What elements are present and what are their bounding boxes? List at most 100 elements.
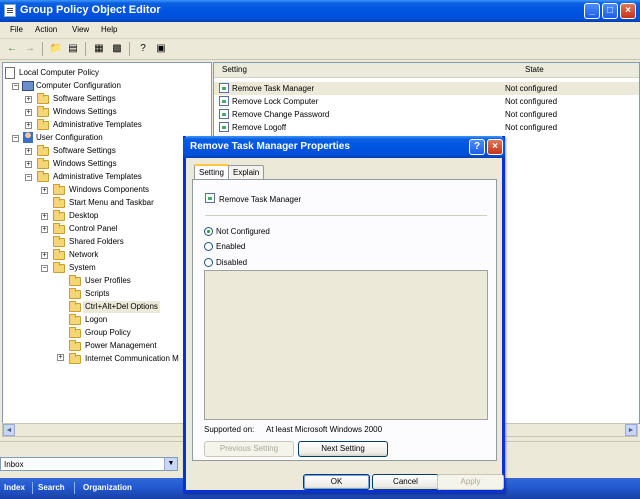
user-icon (23, 132, 33, 143)
radio-not-configured[interactable] (204, 227, 213, 236)
tree-item[interactable]: User Profiles (85, 275, 131, 287)
collapse-icon[interactable]: − (25, 174, 32, 181)
next-setting-button[interactable]: Next Setting (298, 441, 388, 457)
tree-item[interactable]: Control Panel (69, 223, 117, 235)
radio-enabled[interactable] (204, 242, 213, 251)
tree-item[interactable]: Software Settings (53, 145, 116, 157)
menu-file[interactable]: File (10, 25, 23, 34)
tree-item[interactable]: Logon (85, 314, 107, 326)
folder-icon (37, 119, 49, 130)
folder-icon (53, 223, 65, 234)
tab-setting[interactable]: Setting (194, 164, 229, 180)
expand-icon[interactable]: + (25, 148, 32, 155)
dialog-title-bar[interactable]: Remove Task Manager Properties ? × (183, 136, 505, 158)
tree-item[interactable]: User Configuration (36, 132, 103, 144)
column-header-state[interactable]: State (525, 65, 544, 74)
tree-item[interactable]: Software Settings (53, 93, 116, 105)
chevron-down-icon[interactable]: ▼ (164, 458, 177, 470)
export-list-icon[interactable]: ▩ (110, 42, 124, 56)
scroll-right-icon[interactable]: ► (625, 424, 637, 436)
expand-icon[interactable]: + (41, 226, 48, 233)
tree-item[interactable]: Windows Settings (53, 158, 117, 170)
list-row[interactable]: Remove Lock Computer Not configured (214, 95, 639, 108)
dialog-close-button[interactable]: × (487, 139, 503, 155)
app-icon (4, 4, 16, 17)
main-title-bar[interactable]: Group Policy Object Editor _ □ × (0, 0, 640, 22)
cancel-button[interactable]: Cancel (372, 474, 439, 490)
tree-item[interactable]: Windows Settings (53, 106, 117, 118)
radio-disabled[interactable] (204, 258, 213, 267)
list-header: Setting State (214, 63, 639, 78)
collapse-icon[interactable]: − (41, 265, 48, 272)
tree-item[interactable]: Power Management (85, 340, 157, 352)
forward-arrow-icon[interactable]: → (23, 42, 37, 56)
properties-icon[interactable]: ▦ (92, 42, 106, 56)
folder-icon (69, 353, 81, 364)
inbox-dropdown[interactable]: Inbox ▼ (0, 457, 178, 471)
tree-item[interactable]: Group Policy (85, 327, 131, 339)
collapse-icon[interactable]: − (12, 83, 19, 90)
minimize-button[interactable]: _ (584, 3, 600, 19)
expand-icon[interactable]: + (25, 96, 32, 103)
menu-action[interactable]: Action (35, 25, 57, 34)
list-row[interactable]: Remove Task Manager Not configured (214, 82, 639, 95)
expand-icon[interactable]: + (41, 187, 48, 194)
tree-item[interactable]: Local Computer Policy (19, 67, 99, 79)
folder-icon (53, 210, 65, 221)
inbox-value: Inbox (4, 460, 24, 469)
apply-button[interactable]: Apply (437, 474, 504, 490)
policy-icon (219, 96, 229, 106)
tree-item[interactable]: Shared Folders (69, 236, 124, 248)
back-arrow-icon[interactable]: ← (5, 42, 19, 56)
scroll-left-icon[interactable]: ◄ (3, 424, 15, 436)
menu-view[interactable]: View (72, 25, 89, 34)
up-folder-icon[interactable]: 📁 (49, 42, 63, 56)
tree-item[interactable]: Scripts (85, 288, 109, 300)
expand-icon[interactable]: + (25, 109, 32, 116)
list-row[interactable]: Remove Change Password Not configured (214, 108, 639, 121)
expand-icon[interactable]: + (25, 122, 32, 129)
folder-icon (37, 145, 49, 156)
expand-icon[interactable]: + (25, 161, 32, 168)
taskbar-index[interactable]: Index (4, 483, 25, 492)
dialog-help-button[interactable]: ? (469, 139, 485, 155)
tree-item[interactable]: Windows Components (69, 184, 149, 196)
close-button[interactable]: × (620, 3, 636, 19)
policy-icon (219, 83, 229, 93)
ok-button[interactable]: OK (303, 474, 370, 490)
tab-explain[interactable]: Explain (228, 165, 265, 179)
expand-icon[interactable]: + (57, 354, 64, 361)
menu-help[interactable]: Help (101, 25, 117, 34)
taskbar-organization[interactable]: Organization (83, 483, 132, 492)
tree-horizontal-scrollbar[interactable]: ◄ ► (2, 423, 210, 437)
column-header-setting[interactable]: Setting (222, 65, 247, 74)
previous-setting-button[interactable]: Previous Setting (204, 441, 294, 457)
view-icon[interactable]: ▣ (154, 42, 168, 56)
folder-icon (53, 262, 65, 273)
folder-icon (37, 106, 49, 117)
tree-item[interactable]: Desktop (69, 210, 98, 222)
tree-item[interactable]: Administrative Templates (53, 171, 142, 183)
tree-item[interactable]: Start Menu and Taskbar (69, 197, 154, 209)
radio-label: Not Configured (216, 227, 270, 236)
folder-icon (69, 288, 81, 299)
expand-icon[interactable]: + (41, 213, 48, 220)
folder-icon (37, 93, 49, 104)
policy-icon (219, 122, 229, 132)
tree-item-selected[interactable]: Ctrl+Alt+Del Options (83, 301, 160, 313)
tree-item[interactable]: Network (69, 249, 98, 261)
taskbar-search[interactable]: Search (38, 483, 65, 492)
help-icon[interactable]: ? (136, 42, 150, 56)
expand-icon[interactable]: + (41, 252, 48, 259)
show-hide-tree-icon[interactable]: ▤ (66, 42, 80, 56)
radio-label: Disabled (216, 258, 248, 267)
tree-item[interactable]: Administrative Templates (53, 119, 142, 131)
tree-item[interactable]: Computer Configuration (36, 80, 121, 92)
folder-icon (69, 301, 81, 312)
maximize-button[interactable]: □ (602, 3, 618, 19)
list-row[interactable]: Remove Logoff Not configured (214, 121, 639, 134)
tree-pane[interactable]: Local Computer Policy − Computer Configu… (2, 62, 212, 424)
tree-item[interactable]: Internet Communication M (85, 353, 179, 365)
collapse-icon[interactable]: − (12, 135, 19, 142)
tree-item[interactable]: System (69, 262, 96, 274)
